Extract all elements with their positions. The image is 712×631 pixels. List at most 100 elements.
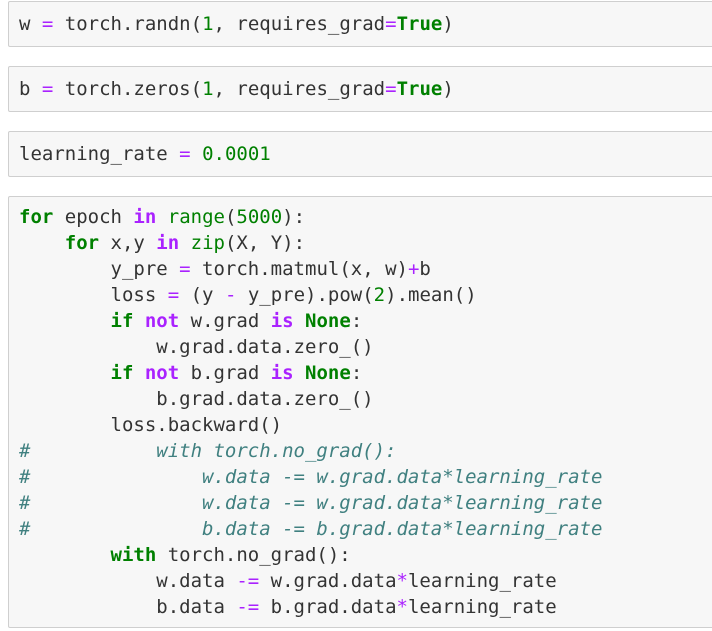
code-token: # b.data -= b.grad.data*learning_rate <box>19 518 603 540</box>
code-token: is <box>270 310 294 332</box>
code-token: : <box>350 310 363 332</box>
code-token: # w.data -= w.grad.data*learning_rate <box>19 466 603 488</box>
code-token: True <box>396 13 443 35</box>
code-token: torch.no_grad(): <box>156 544 351 566</box>
code-line: w = torch.randn(1, requires_grad=True) <box>19 11 454 37</box>
code-token: # with torch.no_grad(): <box>19 440 397 462</box>
code-line: b = torch.zeros(1, requires_grad=True) <box>19 76 454 102</box>
code-token: -= <box>236 596 260 618</box>
code-token: - <box>224 284 237 306</box>
code-line: # b.data -= b.grad.data*learning_rate <box>19 516 602 542</box>
code-token: , requires_grad <box>213 13 386 35</box>
code-token: in <box>156 232 180 254</box>
code-token: torch.zeros( <box>53 78 203 100</box>
code-token: ).mean() <box>385 284 477 306</box>
code-line: # w.data -= w.grad.data*learning_rate <box>19 490 602 516</box>
code-token: * <box>396 570 408 592</box>
code-line: w.data -= w.grad.data*learning_rate <box>19 568 557 594</box>
code-token: y_pre <box>19 258 180 280</box>
code-token: torch.matmul(x, w) <box>190 258 408 280</box>
code-token: * <box>396 596 408 618</box>
code-token: b <box>419 258 431 280</box>
code-token: zip <box>190 232 225 254</box>
code-cell[interactable]: b = torch.zeros(1, requires_grad=True) <box>8 66 712 112</box>
code-token: range <box>167 206 225 228</box>
code-token: -= <box>236 570 260 592</box>
code-token: w <box>19 13 42 35</box>
code-token: # w.data -= w.grad.data*learning_rate <box>19 492 603 514</box>
code-token: 0.0001 <box>202 143 271 165</box>
code-token: learning_rate <box>407 596 557 618</box>
code-token: , requires_grad <box>213 78 386 100</box>
code-line: w.grad.data.zero_() <box>19 334 374 360</box>
code-token: not <box>144 310 180 332</box>
code-line: for epoch in range(5000): <box>19 204 305 230</box>
code-token: 1 <box>202 78 214 100</box>
code-token: None <box>305 362 351 384</box>
code-line: if not b.grad is None: <box>19 360 363 386</box>
code-token: ( <box>224 206 237 228</box>
code-token: + <box>407 258 420 280</box>
code-token: not <box>144 362 180 384</box>
code-token: epoch <box>53 206 134 228</box>
code-cell[interactable]: learning_rate = 0.0001 <box>8 131 712 177</box>
code-token: loss <box>19 284 168 306</box>
code-token: learning_rate <box>407 570 557 592</box>
code-token: = <box>179 143 191 165</box>
code-token: (X, Y): <box>224 232 306 254</box>
code-token: if <box>110 310 134 332</box>
code-cell[interactable]: w = torch.randn(1, requires_grad=True) <box>8 1 712 47</box>
code-token: w.grad.data <box>259 570 397 592</box>
code-line: if not w.grad is None: <box>19 308 363 334</box>
code-token: : <box>350 362 363 384</box>
code-token: = <box>385 78 397 100</box>
code-line: loss = (y - y_pre).pow(2).mean() <box>19 282 477 308</box>
code-line: learning_rate = 0.0001 <box>19 141 271 167</box>
code-token: ) <box>442 13 454 35</box>
code-line: for x,y in zip(X, Y): <box>19 230 305 256</box>
code-line: b.grad.data.zero_() <box>19 386 374 412</box>
code-token: b.grad.data.zero_() <box>19 388 374 410</box>
code-token: w.grad <box>179 310 271 332</box>
code-line: y_pre = torch.matmul(x, w)+b <box>19 256 431 282</box>
code-token: ): <box>282 206 306 228</box>
code-token: = <box>179 258 191 280</box>
code-token: b.data <box>19 596 237 618</box>
code-token: b <box>19 78 42 100</box>
code-token: b.grad <box>179 362 271 384</box>
code-token: 2 <box>373 284 386 306</box>
code-line: # w.data -= w.grad.data*learning_rate <box>19 464 602 490</box>
code-cell[interactable]: for epoch in range(5000): for x,y in zip… <box>8 196 712 628</box>
code-token: with <box>110 544 157 566</box>
code-token: if <box>110 362 134 384</box>
code-token: None <box>305 310 351 332</box>
code-token: loss.backward() <box>19 414 283 436</box>
code-token: torch.randn( <box>53 13 203 35</box>
code-token: is <box>270 362 294 384</box>
code-token: x,y <box>99 232 157 254</box>
code-token: in <box>133 206 157 228</box>
code-token: True <box>396 78 443 100</box>
code-token: = <box>385 13 397 35</box>
code-token: 5000 <box>236 206 283 228</box>
code-token: for <box>64 232 100 254</box>
code-token: y_pre).pow( <box>236 284 374 306</box>
code-token: learning_rate <box>19 143 180 165</box>
code-line: loss.backward() <box>19 412 283 438</box>
code-token: = <box>41 13 54 35</box>
code-token: (y <box>179 284 225 306</box>
code-token: for <box>19 206 54 228</box>
code-token: w.grad.data.zero_() <box>19 336 374 358</box>
code-token: = <box>167 284 180 306</box>
code-token: = <box>41 78 54 100</box>
